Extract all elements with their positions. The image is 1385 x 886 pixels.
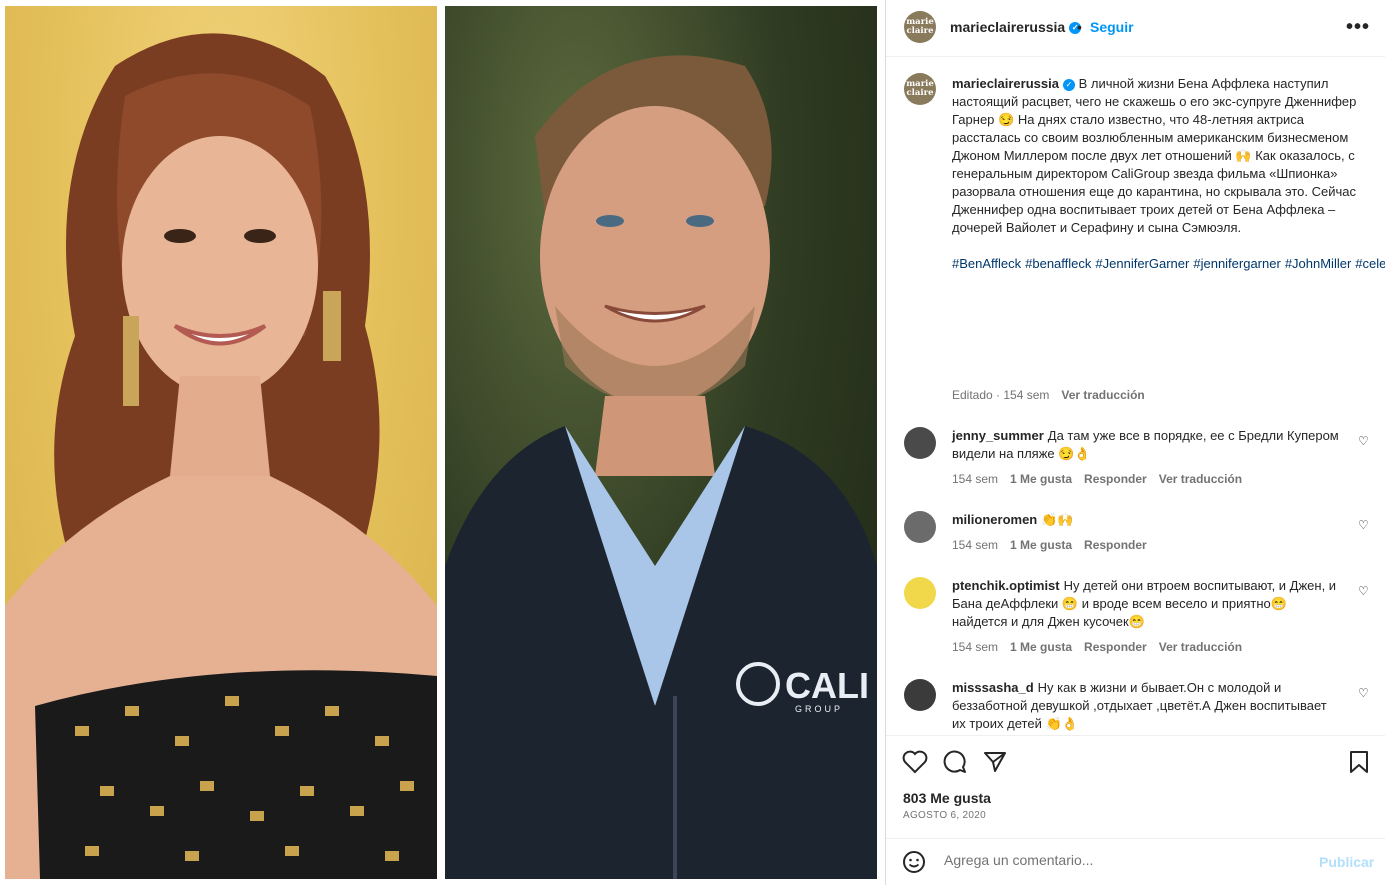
post-side-panel: marie claire marieclairerussia ✓ • Seguir… <box>885 0 1385 885</box>
cali-logo-text: CALI <box>785 665 869 706</box>
comment-like-icon[interactable]: ♡ <box>1358 518 1369 532</box>
caption-text: В личной жизни Бена Аффлека наступил нас… <box>952 76 1357 235</box>
comment-avatar[interactable] <box>904 427 936 459</box>
author-username[interactable]: marieclairerussia ✓ <box>950 19 1082 35</box>
comment-username[interactable]: ptenchik.optimist <box>952 578 1060 593</box>
header-separator: • <box>1077 19 1082 35</box>
comment-avatar[interactable] <box>904 511 936 543</box>
post-media[interactable]: CALI GROUP <box>0 0 885 885</box>
comment-likes[interactable]: 1 Me gusta <box>1010 640 1072 654</box>
comment-like-icon[interactable]: ♡ <box>1358 686 1369 700</box>
save-bookmark-icon[interactable] <box>1349 750 1369 779</box>
comment-time[interactable]: 154 sem <box>952 640 998 654</box>
author-avatar[interactable]: marie claire <box>904 11 936 43</box>
comment-username[interactable]: misssasha_d <box>952 680 1034 695</box>
avatar-text: marie claire <box>906 17 934 36</box>
like-heart-icon[interactable] <box>902 750 928 779</box>
more-options-icon[interactable]: ••• <box>1346 16 1370 39</box>
photo-john-miller: CALI GROUP <box>445 6 877 879</box>
hashtag-list: #BenAffleck #benaffleck #JenniferGarner #je… <box>952 255 1385 273</box>
post-caption: marieclairerussia ✓ В личной жизни Бена А… <box>952 75 1385 273</box>
caption-username[interactable]: marieclairerussia <box>952 76 1059 91</box>
comments-scroll-area[interactable]: marie claire marieclairerussia ✓ В личной… <box>886 57 1385 735</box>
comment-like-icon[interactable]: ♡ <box>1358 584 1369 598</box>
comment-meta: 154 sem 1 Me gusta Responder Ver traducción <box>952 640 1254 654</box>
reply-button[interactable]: Responder <box>1084 538 1147 552</box>
caption-avatar[interactable]: marie claire <box>904 73 936 105</box>
caption-translate-button[interactable]: Ver traducción <box>1061 388 1144 402</box>
comment-time[interactable]: 154 sem <box>952 472 998 486</box>
hashtag-link[interactable]: #celebritysplit <box>1355 256 1385 271</box>
hashtag-link[interactable]: #JenniferGarner <box>1095 256 1189 271</box>
author-username-text: marieclairerussia <box>950 19 1066 35</box>
comment-meta: 154 sem 1 Me gusta Responder <box>952 538 1159 552</box>
post-date: AGOSTO 6, 2020 <box>903 810 986 821</box>
action-bar <box>886 735 1385 788</box>
hashtag-link[interactable]: #BenAffleck <box>952 256 1021 271</box>
caption-verified-icon: ✓ <box>1062 78 1075 91</box>
comment-username[interactable]: milioneromen <box>952 512 1037 527</box>
hashtag-link[interactable]: #benaffleck <box>1025 256 1091 271</box>
comment-text: 👏🙌 <box>1041 512 1074 527</box>
comment-avatar[interactable] <box>904 577 936 609</box>
comment-input[interactable] <box>942 851 1306 869</box>
comment-meta: 154 sem 1 Me gusta Responder Ver traducción <box>952 472 1254 486</box>
follow-button[interactable]: Seguir <box>1090 19 1134 35</box>
comment-likes[interactable]: 1 Me gusta <box>1010 538 1072 552</box>
cali-logo-sub: GROUP <box>795 704 843 714</box>
share-send-icon[interactable] <box>983 750 1007 779</box>
post-header: marie claire marieclairerussia ✓ • Seguir… <box>886 0 1385 57</box>
comment-avatar[interactable] <box>904 679 936 711</box>
publish-button[interactable]: Publicar <box>1319 854 1374 870</box>
photo-jennifer-garner <box>5 6 437 879</box>
emoji-picker-icon[interactable] <box>902 850 926 879</box>
comment-time[interactable]: 154 sem <box>952 538 998 552</box>
reply-button[interactable]: Responder <box>1084 472 1147 486</box>
comment-bubble-icon[interactable] <box>943 750 967 779</box>
comment-like-icon[interactable]: ♡ <box>1358 434 1369 448</box>
translate-button[interactable]: Ver traducción <box>1159 640 1242 654</box>
comment-username[interactable]: jenny_summer <box>952 428 1044 443</box>
likes-count[interactable]: 803 Me gusta <box>903 790 991 806</box>
caption-avatar-text: marie claire <box>906 79 934 98</box>
comment-body: jenny_summer Да там уже все в порядке, ее… <box>952 427 1342 463</box>
comment-body: milioneromen 👏🙌 <box>952 511 1342 529</box>
hashtag-link[interactable]: #jennifergarner <box>1193 256 1280 271</box>
comment-body: ptenchik.optimist Ну детей они втроем вос… <box>952 577 1342 631</box>
translate-button[interactable]: Ver traducción <box>1159 472 1242 486</box>
caption-meta: Editado · 154 sem Ver traducción <box>952 388 1145 402</box>
add-comment-bar: Publicar <box>886 838 1385 886</box>
reply-button[interactable]: Responder <box>1084 640 1147 654</box>
comment-likes[interactable]: 1 Me gusta <box>1010 472 1072 486</box>
comment-body: misssasha_d Ну как в жизни и бывает.Он с … <box>952 679 1342 733</box>
edited-meta: Editado · 154 sem <box>952 388 1050 402</box>
hashtag-link[interactable]: #JohnMiller <box>1285 256 1351 271</box>
